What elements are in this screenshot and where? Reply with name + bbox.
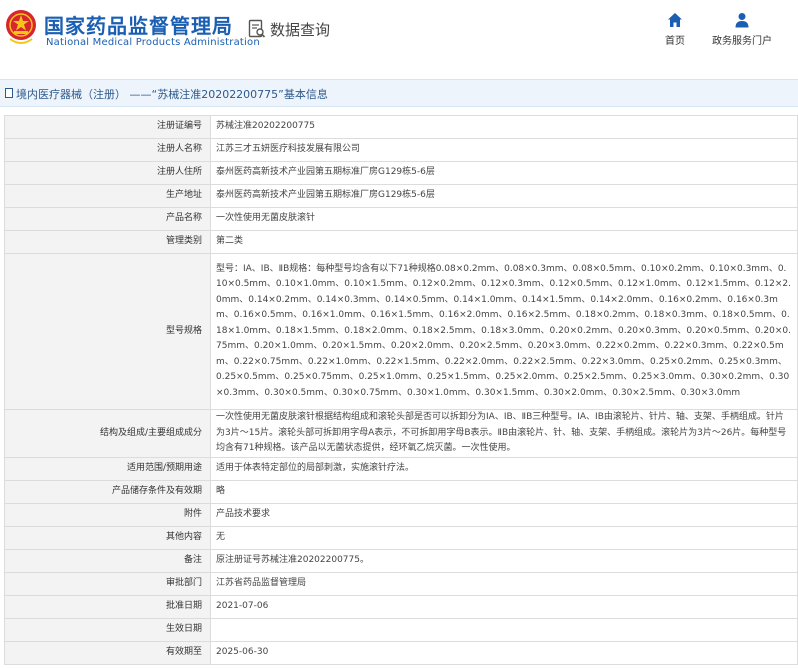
field-value bbox=[210, 618, 798, 642]
breadcrumb: 境内医疗器械（注册） ——“苏械注准20202200775”基本信息 bbox=[0, 79, 798, 107]
national-emblem-icon bbox=[6, 10, 36, 44]
detail-row: 适用范围/预期用途 适用于体表特定部位的局部刺激，实施滚针疗法。 bbox=[4, 457, 798, 481]
field-value: 原注册证号苏械注准20202200775。 bbox=[210, 549, 798, 573]
field-label: 型号规格 bbox=[4, 253, 211, 410]
field-value: 一次性使用无菌皮肤滚针 bbox=[210, 207, 798, 231]
data-query-label: 数据查询 bbox=[270, 21, 331, 39]
detail-row: 管理类别 第二类 bbox=[4, 230, 798, 254]
field-value: 泰州医药高新技术产业园第五期标准厂房G129栋5-6层 bbox=[210, 161, 798, 185]
field-label: 有效期至 bbox=[4, 641, 211, 665]
breadcrumb-text: 境内医疗器械（注册） ——“苏械注准20202200775”基本信息 bbox=[16, 88, 328, 101]
field-label: 其他内容 bbox=[4, 526, 211, 550]
field-value: 一次性使用无菌皮肤滚针根据结构组成和滚轮头部是否可以拆卸分为ⅠA、ⅠB、ⅡB三种… bbox=[210, 409, 798, 458]
nav-service-portal[interactable]: 政务服务门户 bbox=[710, 12, 774, 47]
field-value: 无 bbox=[210, 526, 798, 550]
field-label: 备注 bbox=[4, 549, 211, 573]
field-label: 生产地址 bbox=[4, 184, 211, 208]
home-icon bbox=[668, 13, 682, 27]
nav-service-portal-label: 政务服务门户 bbox=[712, 36, 772, 47]
detail-row: 注册人名称 江苏三才五妍医疗科技发展有限公司 bbox=[4, 138, 798, 162]
field-value: 产品技术要求 bbox=[210, 503, 798, 527]
field-label: 管理类别 bbox=[4, 230, 211, 254]
user-icon bbox=[735, 13, 749, 28]
page-icon bbox=[5, 88, 13, 98]
detail-table: 注册证编号 苏械注准20202200775 注册人名称 江苏三才五妍医疗科技发展有限公… bbox=[4, 115, 798, 665]
detail-row: 审批部门 江苏省药品监督管理局 bbox=[4, 572, 798, 596]
detail-row: 生产地址 泰州医药高新技术产业园第五期标准厂房G129栋5-6层 bbox=[4, 184, 798, 208]
detail-row: 有效期至 2025-06-30 bbox=[4, 641, 798, 665]
field-value: 适用于体表特定部位的局部刺激，实施滚针疗法。 bbox=[210, 457, 798, 481]
field-label: 审批部门 bbox=[4, 572, 211, 596]
field-label: 批准日期 bbox=[4, 595, 211, 619]
field-value: 略 bbox=[210, 480, 798, 504]
detail-row: 产品储存条件及有效期略 bbox=[4, 480, 798, 504]
field-value: 苏械注准20202200775 bbox=[210, 115, 798, 139]
detail-row: 产品名称 一次性使用无菌皮肤滚针 bbox=[4, 207, 798, 231]
detail-row: 型号规格 型号：ⅠA、ⅠB、ⅡB规格：每种型号均含有以下71种规格0.08×0.2… bbox=[4, 253, 798, 410]
field-label: 适用范围/预期用途 bbox=[4, 457, 211, 481]
field-value: 江苏三才五妍医疗科技发展有限公司 bbox=[210, 138, 798, 162]
detail-row: 备注 原注册证号苏械注准20202200775。 bbox=[4, 549, 798, 573]
field-value: 第二类 bbox=[210, 230, 798, 254]
field-label: 结构及组成/主要组成成分 bbox=[4, 409, 211, 458]
detail-row: 附件 产品技术要求 bbox=[4, 503, 798, 527]
field-value: 2025-06-30 bbox=[210, 641, 798, 665]
detail-row: 注册人住所 泰州医药高新技术产业园第五期标准厂房G129栋5-6层 bbox=[4, 161, 798, 185]
field-label: 注册证编号 bbox=[4, 115, 211, 139]
field-value: 2021-07-06 bbox=[210, 595, 798, 619]
detail-row: 批准日期 2021-07-06 bbox=[4, 595, 798, 619]
document-search-icon bbox=[248, 19, 266, 38]
site-title[interactable]: 国家药品监督管理局 bbox=[44, 10, 233, 39]
field-label: 生效日期 bbox=[4, 618, 211, 642]
field-value: 型号：ⅠA、ⅠB、ⅡB规格：每种型号均含有以下71种规格0.08×0.2mm、0… bbox=[210, 253, 798, 410]
site-subtitle: National Medical Products Administration bbox=[46, 37, 260, 48]
detail-row: 注册证编号 苏械注准20202200775 bbox=[4, 115, 798, 139]
field-label: 注册人名称 bbox=[4, 138, 211, 162]
field-label: 附件 bbox=[4, 503, 211, 527]
detail-row: 生效日期 bbox=[4, 618, 798, 642]
field-label: 产品名称 bbox=[4, 207, 211, 231]
field-label: 产品储存条件及有效期 bbox=[4, 480, 211, 504]
detail-row: 结构及组成/主要组成成分 一次性使用无菌皮肤滚针根据结构组成和滚轮头部是否可以拆卸… bbox=[4, 409, 798, 458]
nav-home-label: 首页 bbox=[665, 36, 685, 47]
detail-row: 其他内容无 bbox=[4, 526, 798, 550]
field-label: 注册人住所 bbox=[4, 161, 211, 185]
field-value: 江苏省药品监督管理局 bbox=[210, 572, 798, 596]
site-header: 国家药品监督管理局 National Medical Products Admi… bbox=[0, 0, 798, 66]
nav-home[interactable]: 首页 bbox=[660, 12, 690, 47]
field-value: 泰州医药高新技术产业园第五期标准厂房G129栋5-6层 bbox=[210, 184, 798, 208]
